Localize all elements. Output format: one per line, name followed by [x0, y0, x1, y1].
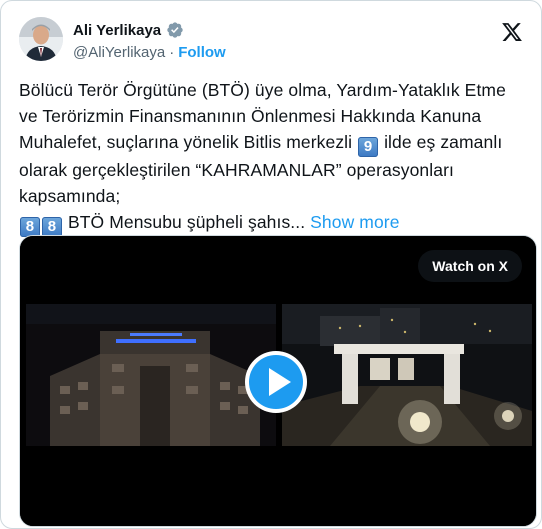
follow-button[interactable]: Follow [178, 44, 226, 61]
watch-on-x-button[interactable]: Watch on X [418, 250, 522, 282]
verified-badge-icon [167, 22, 183, 38]
show-more-link[interactable]: Show more [310, 212, 399, 232]
author-handle-row: @AliYerlikaya · Follow [73, 44, 226, 61]
video-player[interactable]: Watch on X [19, 235, 537, 527]
tweet-card[interactable]: Ali Yerlikaya @AliYerlikaya · Follow Böl… [0, 0, 542, 529]
tweet-text-part3: BTÖ Mensubu şüpheli şahıs... [63, 212, 311, 232]
keycap-9-emoji: 9 [358, 137, 379, 157]
keycap-8-emoji: 8 [20, 217, 40, 237]
keycap-8-emoji: 8 [42, 217, 62, 237]
author-name[interactable]: Ali Yerlikaya [73, 22, 161, 39]
separator-dot: · [169, 44, 175, 61]
avatar[interactable] [19, 17, 63, 61]
avatar-image [19, 17, 63, 61]
play-icon[interactable] [244, 350, 308, 414]
x-logo-icon[interactable] [501, 21, 523, 43]
author-name-row: Ali Yerlikaya [73, 21, 184, 39]
author-handle[interactable]: @AliYerlikaya [73, 44, 165, 61]
tweet-text: Bölücü Terör Örgütüne (BTÖ) üye olma, Ya… [19, 77, 529, 237]
